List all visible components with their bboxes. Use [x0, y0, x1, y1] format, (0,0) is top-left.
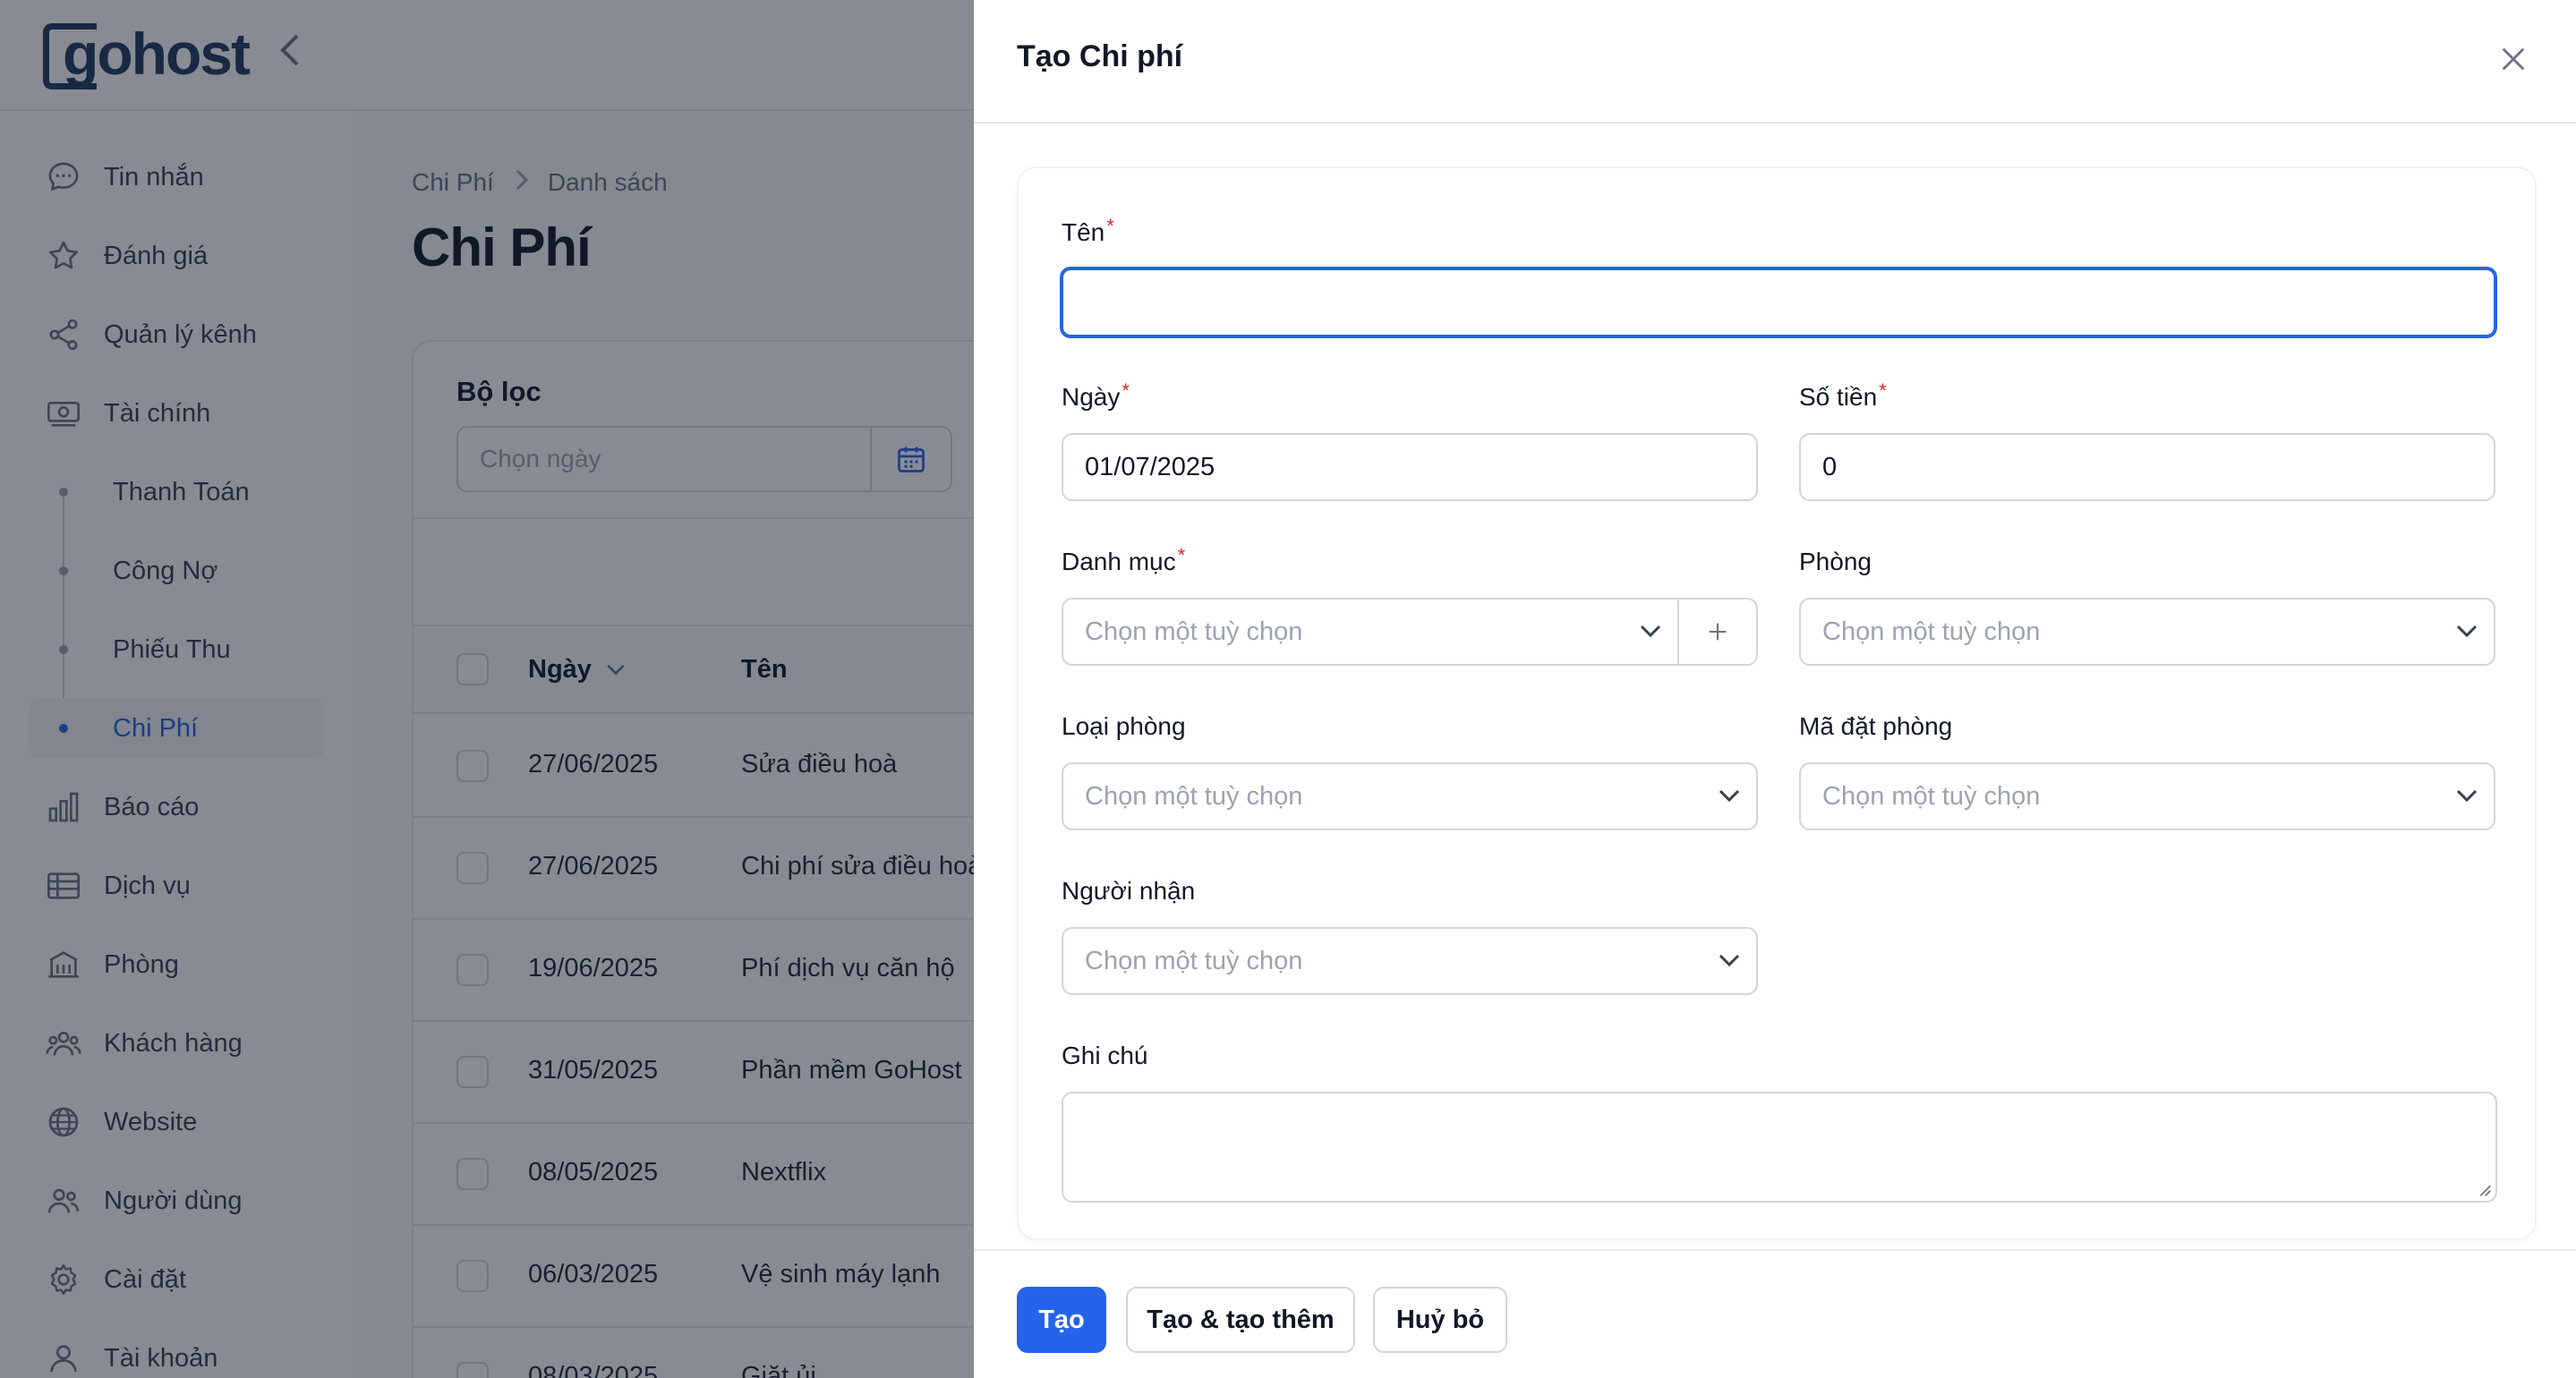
note-textarea[interactable]	[1062, 1092, 2497, 1203]
panel-footer: Tạo Tạo & tạo thêm Huỷ bỏ	[974, 1249, 2576, 1378]
chevron-down-icon	[1702, 789, 1756, 804]
room-select[interactable]: Chọn một tuỳ chọn	[1799, 598, 2495, 666]
chevron-down-icon	[2440, 625, 2494, 639]
required-mark: *	[1106, 215, 1114, 237]
chevron-down-icon	[1702, 954, 1756, 968]
name-label: Tên*	[1062, 215, 1114, 247]
resize-grip-icon[interactable]	[2476, 1181, 2492, 1197]
category-select[interactable]: Chọn một tuỳ chọn	[1062, 598, 1758, 666]
name-input[interactable]	[1060, 267, 2497, 338]
create-and-add-another-button[interactable]: Tạo & tạo thêm	[1126, 1287, 1355, 1353]
recipient-select[interactable]: Chọn một tuỳ chọn	[1062, 927, 1758, 995]
room-placeholder: Chọn một tuỳ chọn	[1822, 617, 2041, 646]
plus-icon	[1709, 623, 1727, 641]
room-type-select[interactable]: Chọn một tuỳ chọn	[1062, 762, 1758, 830]
amount-input[interactable]	[1799, 433, 2495, 501]
label-text: Danh mục	[1062, 548, 1176, 575]
note-label: Ghi chú	[1062, 1042, 1148, 1069]
required-mark: *	[1177, 544, 1186, 566]
panel-header: Tạo Chi phí	[974, 0, 2576, 123]
amount-label: Số tiền*	[1799, 379, 1887, 412]
chevron-down-icon	[2440, 789, 2494, 804]
close-button[interactable]	[2494, 39, 2533, 79]
recipient-label: Người nhận	[1062, 877, 1196, 905]
panel-title: Tạo Chi phí	[1017, 39, 1183, 73]
date-label: Ngày*	[1062, 379, 1130, 412]
chevron-down-icon	[1624, 625, 1677, 639]
label-text: Số tiền	[1799, 383, 1878, 411]
booking-code-label: Mã đặt phòng	[1799, 712, 1953, 740]
create-expense-panel: Tạo Chi phí Tên* Ngày* Số tiền* Danh mục…	[974, 0, 2576, 1378]
booking-code-placeholder: Chọn một tuỳ chọn	[1822, 781, 2041, 811]
room-label: Phòng	[1799, 548, 1872, 575]
expense-form: Tên* Ngày* Số tiền* Danh mục* Chọn một t…	[1017, 166, 2537, 1240]
required-mark: *	[1122, 379, 1130, 402]
required-mark: *	[1879, 379, 1887, 402]
room-type-placeholder: Chọn một tuỳ chọn	[1085, 781, 1303, 811]
close-icon	[2502, 47, 2525, 71]
label-text: Ngày	[1062, 383, 1121, 411]
room-type-label: Loại phòng	[1062, 712, 1186, 740]
date-input[interactable]	[1062, 433, 1758, 501]
create-button[interactable]: Tạo	[1017, 1287, 1106, 1353]
category-label: Danh mục*	[1062, 544, 1185, 576]
booking-code-select[interactable]: Chọn một tuỳ chọn	[1799, 762, 2495, 830]
category-placeholder: Chọn một tuỳ chọn	[1085, 617, 1303, 646]
label-text: Tên	[1062, 218, 1105, 246]
add-category-button[interactable]	[1677, 600, 1756, 664]
cancel-button[interactable]: Huỷ bỏ	[1373, 1287, 1507, 1353]
recipient-placeholder: Chọn một tuỳ chọn	[1085, 946, 1303, 975]
